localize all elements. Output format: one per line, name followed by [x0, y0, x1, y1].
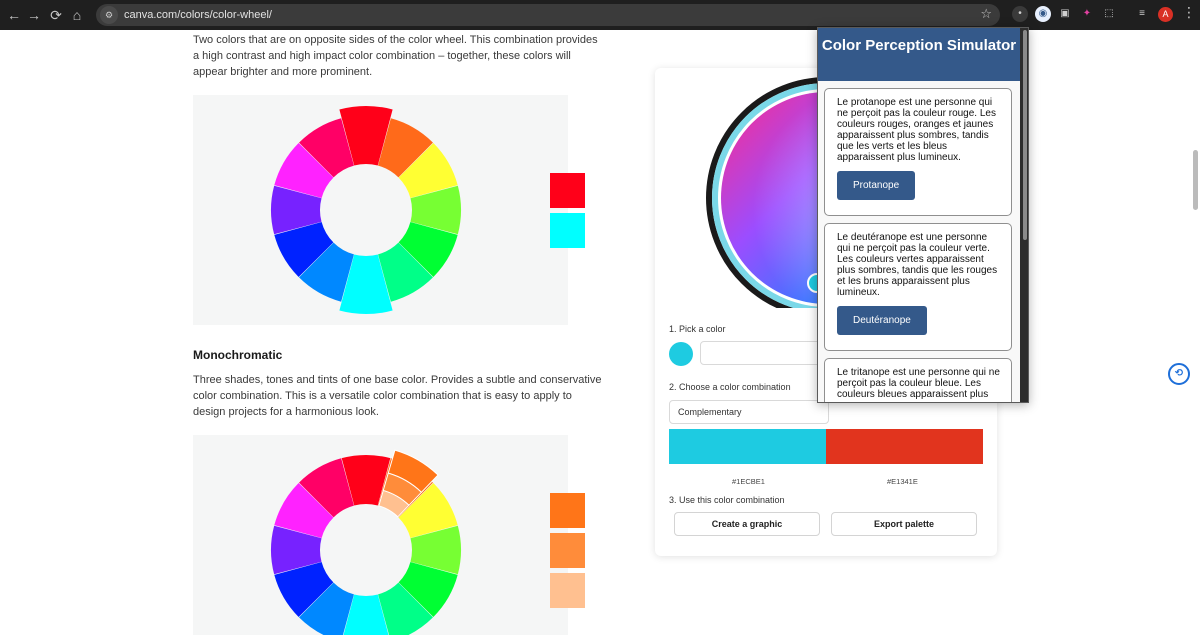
- combination-select[interactable]: Complementary: [669, 400, 829, 424]
- protanope-card: Le protanope est une personne qui ne per…: [824, 88, 1012, 216]
- tritanope-card: Le tritanope est une personne qui ne per…: [824, 358, 1012, 402]
- palette-hex-b: #E1341E: [887, 477, 918, 486]
- monochromatic-swatch-1[interactable]: [550, 493, 585, 528]
- back-icon[interactable]: ←: [4, 5, 24, 25]
- monochromatic-wheel: [271, 449, 461, 635]
- complementary-swatch-cyan[interactable]: [550, 213, 585, 248]
- monochromatic-description: Three shades, tones and tints of one bas…: [193, 374, 602, 418]
- export-palette-button[interactable]: Export palette: [831, 512, 977, 536]
- step-pick-color: 1. Pick a color: [669, 324, 726, 334]
- ghost-icon[interactable]: ✦: [1079, 6, 1095, 22]
- monochromatic-swatch-3[interactable]: [550, 573, 585, 608]
- page-scrollbar[interactable]: [1193, 150, 1198, 210]
- complementary-wheel: [271, 106, 461, 314]
- palette-color-b[interactable]: [826, 429, 983, 464]
- monochromatic-swatch-2[interactable]: [550, 533, 585, 568]
- bookmark-star-icon[interactable]: ☆: [980, 6, 992, 22]
- tritanope-description: Le tritanope est une personne qui ne per…: [837, 367, 1000, 400]
- reload-icon[interactable]: ⟳: [46, 5, 66, 25]
- photo-icon[interactable]: ▣: [1057, 6, 1073, 22]
- url-text[interactable]: canva.com/colors/color-wheel/: [124, 9, 272, 21]
- popup-body: Le protanope est une personne qui ne per…: [818, 81, 1020, 402]
- complementary-wheel-card: [193, 95, 568, 325]
- selected-color-dot[interactable]: [669, 342, 693, 366]
- deuteranope-card: Le deutéranope est une personne qui ne p…: [824, 223, 1012, 351]
- browser-toolbar: ← → ⟳ ⌂ ⚙ canva.com/colors/color-wheel/ …: [0, 0, 1200, 30]
- palette-color-a[interactable]: [669, 429, 826, 464]
- browser-menu-icon[interactable]: ⋮: [1182, 4, 1196, 21]
- protanope-button[interactable]: Protanope: [837, 171, 916, 200]
- extension-dot-icon[interactable]: •: [1012, 6, 1028, 22]
- step-choose-combination: 2. Choose a color combination: [669, 382, 791, 392]
- site-info-icon[interactable]: ⚙: [100, 6, 118, 24]
- playlist-icon[interactable]: ≡: [1134, 6, 1150, 22]
- create-graphic-button[interactable]: Create a graphic: [674, 512, 820, 536]
- profile-avatar[interactable]: A: [1158, 7, 1173, 22]
- protanope-description: Le protanope est une personne qui ne per…: [837, 97, 996, 163]
- deuteranope-description: Le deutéranope est une personne qui ne p…: [837, 232, 998, 298]
- popup-title: Color Perception Simulator: [818, 28, 1020, 81]
- home-icon[interactable]: ⌂: [67, 5, 87, 25]
- puzzle-icon[interactable]: ⬚: [1101, 6, 1117, 22]
- deuteranope-button[interactable]: Deutéranope: [837, 306, 927, 335]
- complementary-swatch-red[interactable]: [550, 173, 585, 208]
- monochromatic-wheel-card: [193, 435, 568, 635]
- popup-scroll-thumb[interactable]: [1023, 30, 1027, 240]
- color-perception-popup: Color Perception Simulator Le protanope …: [817, 27, 1029, 403]
- monochromatic-heading: Monochromatic: [193, 348, 283, 362]
- step-use-combination: 3. Use this color combination: [669, 495, 785, 505]
- forward-icon[interactable]: →: [24, 5, 44, 25]
- complementary-description: Two colors that are on opposite sides of…: [193, 34, 598, 78]
- shield-icon[interactable]: ◉: [1035, 6, 1051, 22]
- address-bar[interactable]: ⚙ canva.com/colors/color-wheel/ ☆: [96, 4, 1000, 26]
- palette-hex-a: #1ECBE1: [732, 477, 765, 486]
- floating-translate-icon[interactable]: ⟲: [1168, 363, 1190, 385]
